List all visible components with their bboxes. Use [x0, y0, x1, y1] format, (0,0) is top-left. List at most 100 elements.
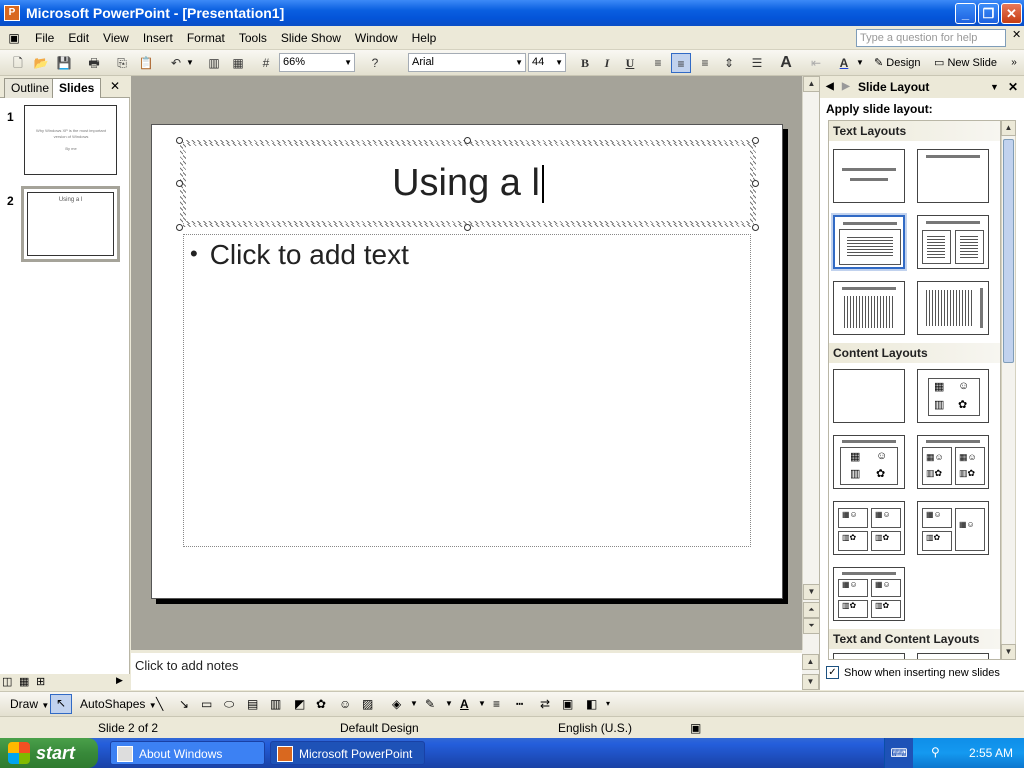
- wordart-icon[interactable]: ▥: [270, 696, 281, 712]
- tab-slides[interactable]: Slides: [52, 78, 102, 98]
- scroll-up-icon[interactable]: ▲: [802, 654, 819, 670]
- notes-placeholder[interactable]: Click to add notes: [135, 658, 238, 673]
- body-placeholder[interactable]: • Click to add text: [183, 234, 751, 547]
- taskbar-about-windows[interactable]: About Windows: [110, 741, 265, 765]
- insert-chart-icon[interactable]: ▥: [204, 53, 224, 73]
- title-placeholder[interactable]: Using a l: [180, 140, 756, 227]
- restore-button[interactable]: ❐: [978, 3, 999, 24]
- slide-title-text[interactable]: Using a l: [392, 162, 540, 205]
- align-left-icon[interactable]: ≡: [648, 53, 668, 73]
- layout-vertical-title-text[interactable]: [917, 281, 989, 335]
- arrow-icon[interactable]: ↘: [179, 696, 189, 712]
- shadow-icon[interactable]: ▣: [562, 696, 573, 712]
- layout-title-slide[interactable]: [833, 149, 905, 203]
- print-icon[interactable]: 🖶: [84, 53, 104, 73]
- bold-button[interactable]: B: [575, 53, 595, 73]
- menu-file[interactable]: File: [28, 27, 61, 49]
- distribute-icon[interactable]: ⇕: [719, 53, 739, 73]
- line-color-icon[interactable]: ✎: [425, 696, 435, 712]
- scroll-down-icon[interactable]: ▼: [802, 674, 819, 690]
- task-pane-menu-icon[interactable]: ▼: [990, 76, 999, 98]
- close-task-pane-icon[interactable]: ✕: [1008, 76, 1018, 98]
- slide-thumbnail-2[interactable]: Using a l: [21, 186, 120, 262]
- forward-icon[interactable]: ▶: [842, 76, 850, 98]
- save-icon[interactable]: 💾: [54, 53, 74, 73]
- question-input[interactable]: Type a question for help: [856, 29, 1006, 47]
- toolbar-options-icon[interactable]: ▾: [606, 696, 610, 712]
- layout-title-content-over-2[interactable]: ▦☺ ▦☺ ▥✿ ▥✿: [833, 501, 905, 555]
- slide-thumbnail-1[interactable]: Why Windows XP is the most important ver…: [24, 105, 117, 175]
- layout-blank[interactable]: [833, 369, 905, 423]
- underline-button[interactable]: U: [620, 53, 640, 73]
- menu-slide-show[interactable]: Slide Show: [274, 27, 348, 49]
- normal-view-icon[interactable]: ◫: [2, 675, 12, 688]
- line-icon[interactable]: ╲: [156, 696, 163, 712]
- scroll-up-icon[interactable]: ▲: [1001, 120, 1016, 136]
- scroll-down-icon[interactable]: ▼: [1001, 644, 1016, 660]
- new-icon[interactable]: 🗋: [8, 53, 28, 73]
- copy-icon[interactable]: ⎘: [112, 53, 132, 73]
- decrease-indent-icon[interactable]: ⇤: [806, 53, 826, 73]
- resize-handle[interactable]: [752, 224, 759, 231]
- next-slide-icon[interactable]: ⏷: [803, 618, 820, 634]
- autoshapes-menu[interactable]: AutoShapes ▼: [80, 696, 157, 714]
- toolbar-options-icon[interactable]: »: [1008, 53, 1020, 73]
- scroll-down-icon[interactable]: ▼: [803, 584, 820, 600]
- picture-icon[interactable]: ▨: [362, 696, 373, 712]
- resize-handle[interactable]: [176, 224, 183, 231]
- insert-table-icon[interactable]: ▦: [228, 53, 248, 73]
- scroll-track[interactable]: [803, 92, 820, 580]
- layout-partial[interactable]: [833, 653, 905, 659]
- rectangle-icon[interactable]: ▭: [201, 696, 212, 712]
- font-color-icon[interactable]: A: [460, 696, 469, 712]
- select-objects-icon[interactable]: ↖: [50, 694, 72, 714]
- chevron-down-icon[interactable]: ▼: [445, 696, 453, 712]
- resize-handle[interactable]: [752, 180, 759, 187]
- zoom-select[interactable]: 66% ▼: [279, 53, 355, 72]
- help-icon[interactable]: ?: [365, 53, 385, 73]
- resize-handle[interactable]: [464, 224, 471, 231]
- increase-font-icon[interactable]: A: [776, 53, 796, 73]
- menu-view[interactable]: View: [96, 27, 136, 49]
- new-slide-button[interactable]: ▭ New Slide: [934, 53, 1002, 73]
- slide-sorter-icon[interactable]: ▦: [19, 675, 29, 688]
- layout-vertical-text[interactable]: [833, 281, 905, 335]
- menu-tools[interactable]: Tools: [232, 27, 274, 49]
- line-style-icon[interactable]: ≡: [493, 696, 500, 712]
- network-icon[interactable]: ⚲: [931, 745, 940, 759]
- taskbar-powerpoint[interactable]: Microsoft PowerPoint ...: [270, 741, 425, 765]
- layout-partial[interactable]: [917, 653, 989, 659]
- text-box-icon[interactable]: ▤: [247, 696, 258, 712]
- diagram-icon[interactable]: ◩: [294, 696, 305, 712]
- layout-title-4-content[interactable]: ▦☺ ▦☺ ▥✿ ▥✿: [833, 567, 905, 621]
- oval-icon[interactable]: ⬭: [224, 696, 234, 712]
- draw-menu[interactable]: Draw ▼: [10, 696, 49, 714]
- close-document-icon[interactable]: ✕: [1012, 28, 1021, 41]
- spelling-icon[interactable]: ▣: [690, 721, 701, 735]
- checkbox[interactable]: ✓: [826, 666, 839, 679]
- minimize-button[interactable]: _: [955, 3, 976, 24]
- layout-title-and-content[interactable]: ▦ ☺ ▥ ✿: [833, 435, 905, 489]
- bullets-icon[interactable]: ☰: [747, 53, 767, 73]
- chevron-down-icon[interactable]: ▼: [478, 696, 486, 712]
- font-select[interactable]: Arial ▼: [408, 53, 526, 72]
- org-chart-icon[interactable]: ✿: [316, 696, 326, 712]
- grid-icon[interactable]: #: [256, 53, 276, 73]
- keyboard-icon[interactable]: ⌨: [885, 738, 913, 768]
- font-color-icon[interactable]: A: [834, 53, 854, 73]
- paste-icon[interactable]: 📋: [136, 53, 156, 73]
- menu-help[interactable]: Help: [405, 27, 444, 49]
- title-bar[interactable]: P Microsoft PowerPoint - [Presentation1]…: [0, 0, 1024, 26]
- document-icon[interactable]: ▣: [0, 31, 28, 45]
- task-pane-scrollbar[interactable]: ▲ ▼: [1001, 120, 1016, 660]
- scroll-up-icon[interactable]: ▲: [803, 76, 820, 92]
- open-icon[interactable]: 📂: [31, 53, 51, 73]
- layout-two-column-text[interactable]: [917, 215, 989, 269]
- notes-scrollbar[interactable]: ▲ ▼: [802, 650, 819, 690]
- close-pane-icon[interactable]: ✕: [110, 79, 120, 93]
- body-placeholder-text[interactable]: Click to add text: [210, 239, 409, 270]
- tab-outline[interactable]: Outline: [4, 78, 57, 98]
- dash-style-icon[interactable]: ┅: [516, 696, 523, 712]
- menu-edit[interactable]: Edit: [61, 27, 96, 49]
- italic-button[interactable]: I: [597, 53, 617, 73]
